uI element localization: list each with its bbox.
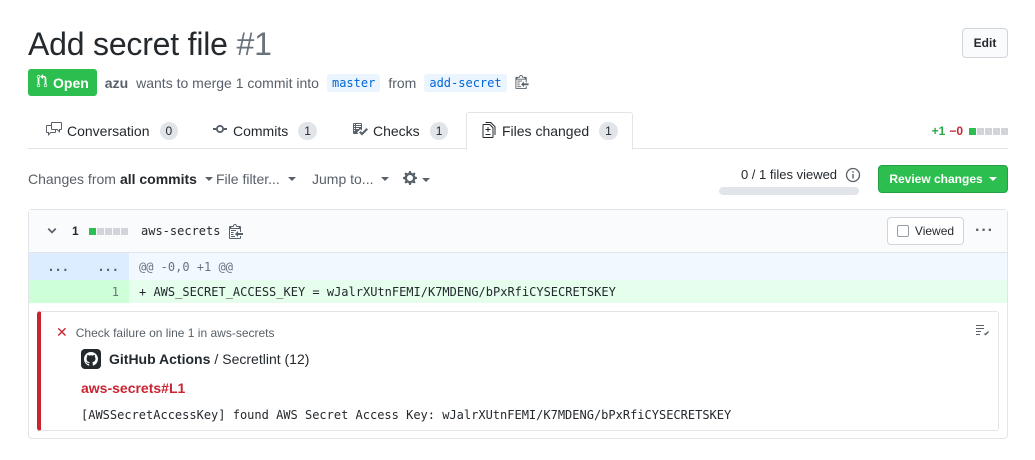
files-viewed-text: 0 / 1 files viewed [740,167,838,182]
new-line-number[interactable]: 1 [79,280,129,303]
diffstat-block-neutral [1001,127,1008,135]
annotation-title: Check failure on line 1 in aws-secrets [75,325,275,340]
checklist-icon [352,121,368,140]
expand-up-right[interactable]: ... [79,253,129,280]
comment-discussion-icon [46,121,62,140]
diffstat-block-neutral [105,228,112,235]
tab-conversation-count: 0 [159,121,179,140]
github-logo-icon [81,349,101,369]
tab-checks-count: 1 [429,121,449,140]
hunk-header: @@ -0,0 +1 @@ [139,259,233,274]
tab-conversation[interactable]: Conversation 0 [32,112,192,149]
tab-commits-label: Commits [233,122,289,139]
tab-files-changed[interactable]: Files changed 1 [466,112,633,150]
diffstat-block-neutral [97,228,104,235]
git-pull-request-icon [36,74,48,91]
annotation-source: GitHub Actions / Secretlint (12) [81,349,309,369]
info-icon[interactable] [845,167,861,183]
diffstat-block-added [89,228,96,235]
diff-added-line: 1 + AWS_SECRET_ACCESS_KEY = wJalrXUtnFEM… [29,280,1007,303]
edit-title-button[interactable]: Edit [962,28,1008,58]
file-change-count: 1 [72,224,79,238]
author-link[interactable]: azu [105,75,128,91]
chevron-down-icon[interactable] [47,224,57,241]
diffstat-block-neutral [993,127,1000,135]
annotation-header: ✕ Check failure on line 1 in aws-secrets [56,324,275,341]
diff-toolbar: Changes from all commits File filter... … [28,165,1008,195]
diffstat-block-neutral [985,127,992,135]
changes-from-prefix: Changes from [28,171,116,187]
annotation-file-link[interactable]: aws-secrets#L1 [81,380,185,396]
tab-commits-count: 1 [298,121,317,140]
status-badge: Open [28,69,97,96]
kebab-menu-icon[interactable]: ··· [975,222,994,240]
pr-tabs: Conversation 0 Commits 1 Checks 1 Files … [28,112,1008,150]
files-viewed-progress: 0 / 1 files viewed [719,167,859,195]
check-annotation: ✕ Check failure on line 1 in aws-secrets… [37,311,999,431]
file-header: 1 aws-secrets Viewed ··· [29,210,1007,253]
tab-files-changed-count: 1 [599,122,618,140]
tab-commits[interactable]: Commits 1 [198,112,331,149]
review-changes-label: Review changes [889,172,983,186]
old-line-number [29,280,79,303]
x-icon: ✕ [56,324,68,340]
gear-icon [402,170,418,189]
tab-conversation-label: Conversation [67,122,150,139]
raw-log-icon[interactable] [974,322,990,341]
annotation-message: [AWSSecretAccessKey] found AWS Secret Ac… [81,408,732,422]
file-filter-dropdown[interactable]: File filter... [216,171,296,187]
viewed-label: Viewed [914,224,955,238]
from-label: from [388,74,417,91]
file-diff-icon [481,121,497,141]
file-name[interactable]: aws-secrets [141,224,220,238]
chevron-down-icon [381,177,390,181]
expand-up-left[interactable]: ... [29,253,79,280]
hunk-header-row: ... ... @@ -0,0 +1 @@ [29,253,1007,280]
pr-header: Add secret file #1 Edit [28,24,1008,64]
git-commit-icon [212,121,228,140]
diffstat-blocks [969,127,1008,135]
base-branch[interactable]: master [326,73,381,92]
diffstat-additions: +1 [931,124,946,138]
tab-files-changed-label: Files changed [502,123,590,139]
file-filter-label: File filter... [216,171,280,187]
changes-from-value: all commits [119,171,197,187]
file-diffstat-blocks [89,228,128,235]
diffstat-block-neutral [113,228,120,235]
diffstat: +1 −0 [932,124,1008,138]
diff-line-code: + AWS_SECRET_ACCESS_KEY = wJalrXUtnFEMI/… [139,284,616,299]
clipboard-icon[interactable] [229,223,243,242]
jump-to-dropdown[interactable]: Jump to... [312,171,390,187]
head-branch[interactable]: add-secret [424,73,507,92]
file-diff: 1 aws-secrets Viewed ··· ... ... @@ -0,0… [28,209,1008,439]
tab-checks[interactable]: Checks 1 [338,112,462,149]
jump-to-label: Jump to... [312,171,374,187]
pr-number: #1 [236,26,272,62]
merge-description: wants to merge 1 commit into [136,74,319,91]
diffstat-block-neutral [121,228,128,235]
annotation-separator: / [214,351,219,367]
pr-title-text: Add secret file [28,26,228,62]
chevron-down-icon [422,177,430,182]
diff-settings-dropdown[interactable] [402,170,430,189]
clipboard-icon[interactable] [515,74,529,92]
diffstat-block-neutral [977,127,984,135]
annotation-check-name: Secretlint (12) [222,351,310,367]
chevron-down-icon [204,177,213,181]
viewed-checkbox[interactable] [896,225,909,237]
status-label: Open [53,74,89,91]
annotation-app-name: GitHub Actions [109,351,211,367]
chevron-down-icon [287,177,296,181]
pr-meta: Open azu wants to merge 1 commit into ma… [28,69,529,96]
files-viewed-bar [719,187,859,195]
viewed-checkbox-button[interactable]: Viewed [887,217,964,245]
tab-checks-label: Checks [373,122,420,139]
diffstat-deletions: −0 [949,124,963,138]
page-title: Add secret file #1 [28,24,1008,64]
chevron-down-icon [988,177,997,181]
diffstat-block-added [969,127,976,135]
review-changes-button[interactable]: Review changes [878,165,1008,193]
changes-from-dropdown[interactable]: Changes from all commits [28,171,213,187]
